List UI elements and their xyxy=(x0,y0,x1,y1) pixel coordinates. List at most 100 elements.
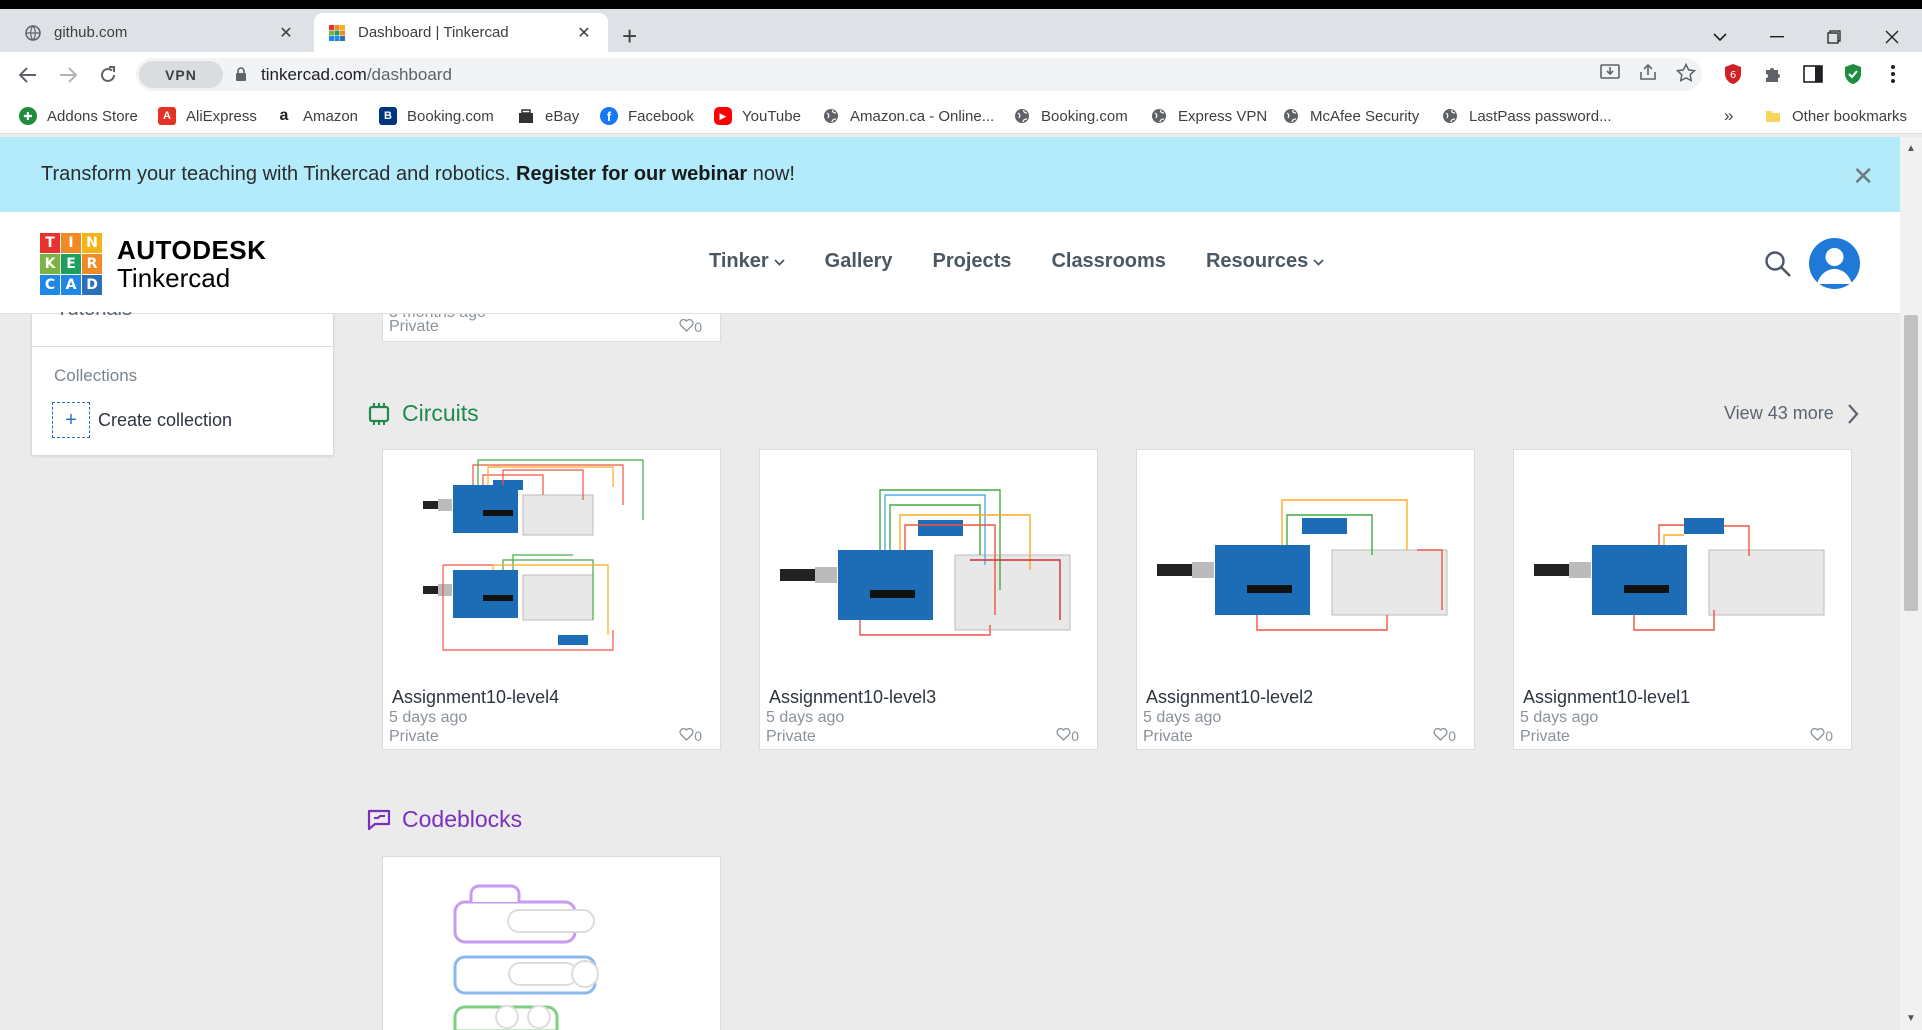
amazon-icon: a xyxy=(275,107,293,125)
section-label: Codeblocks xyxy=(402,806,523,832)
bookmark-booking-2[interactable]: Booking.com xyxy=(1013,105,1128,127)
heart-icon xyxy=(1056,727,1071,744)
project-card[interactable]: Assignment10-level2 5 days ago Private 0 xyxy=(1136,449,1475,750)
circuit-thumbnail[interactable] xyxy=(760,450,1097,670)
browser-menu-icon[interactable] xyxy=(1880,62,1906,86)
circuits-section-title[interactable]: Circuits xyxy=(366,400,479,427)
globe-icon xyxy=(822,107,840,125)
card-date: 5 days ago xyxy=(389,709,468,726)
extensions-puzzle-icon[interactable] xyxy=(1760,62,1786,86)
brand-wordmark[interactable]: AUTODESK Tinkercad xyxy=(117,236,266,292)
project-card[interactable]: Assignment10-level1 5 days ago Private 0 xyxy=(1513,449,1852,750)
bookmark-lastpass[interactable]: LastPass password... xyxy=(1441,105,1612,127)
card-privacy: Private xyxy=(1520,728,1570,745)
project-card-partial[interactable]: 3 months ago Private 0 xyxy=(382,314,721,342)
avatar[interactable] xyxy=(1809,238,1860,289)
create-collection-button[interactable]: + Create collection xyxy=(52,402,232,438)
card-title[interactable]: Assignment10-level1 xyxy=(1523,687,1690,708)
tab-tinkercad[interactable]: Dashboard | Tinkercad ✕ xyxy=(314,13,608,52)
scrollbar-thumb[interactable] xyxy=(1904,315,1918,611)
close-tab-icon[interactable]: ✕ xyxy=(276,23,296,43)
back-arrow-icon[interactable] xyxy=(15,62,41,88)
logo-letter: C xyxy=(40,275,60,295)
likes-count: 0 xyxy=(1071,728,1079,744)
card-title[interactable]: Assignment10-level4 xyxy=(392,687,559,708)
codeblocks-section-title[interactable]: Codeblocks xyxy=(366,806,522,833)
side-panel-icon[interactable] xyxy=(1800,62,1826,86)
lock-icon[interactable] xyxy=(235,67,249,83)
nav-classrooms[interactable]: Classrooms xyxy=(1051,250,1166,273)
nav-gallery[interactable]: Gallery xyxy=(825,250,893,273)
bookmark-aliexpress[interactable]: A AliExpress xyxy=(158,105,257,127)
bookmark-express-vpn[interactable]: Express VPN xyxy=(1150,105,1267,127)
vpn-badge[interactable]: VPN xyxy=(139,61,223,88)
tab-search-chevron-icon[interactable] xyxy=(1692,18,1748,56)
codeblocks-thumbnail[interactable] xyxy=(383,857,720,1030)
nav-label: Tinker xyxy=(709,250,769,272)
logo-letter: E xyxy=(61,254,81,274)
security-check-icon[interactable] xyxy=(1840,62,1866,86)
brand-tinkercad: Tinkercad xyxy=(117,263,231,293)
banner-webinar-link[interactable]: Register for our webinar xyxy=(516,163,747,185)
circuit-thumbnail[interactable] xyxy=(383,450,720,670)
nav-tinker[interactable]: Tinker xyxy=(709,250,785,273)
bookmark-ebay[interactable]: eBay xyxy=(517,105,579,127)
view-more-circuits-link[interactable]: View 43 more xyxy=(1724,403,1859,424)
close-tab-icon[interactable]: ✕ xyxy=(574,23,594,43)
url-text[interactable]: tinkercad.com/dashboard xyxy=(261,65,452,85)
card-likes[interactable]: 0 xyxy=(679,318,702,335)
banner-text-before: Transform your teaching with Tinkercad a… xyxy=(41,163,517,185)
bookmark-label: McAfee Security xyxy=(1310,107,1420,125)
banner-text-after: now! xyxy=(747,163,795,185)
url-host: tinkercad.com xyxy=(261,64,367,84)
project-card[interactable]: Assignment10-level4 5 days ago Private 0 xyxy=(382,449,721,750)
new-tab-plus-icon[interactable]: + xyxy=(622,23,637,49)
circuit-thumbnail[interactable] xyxy=(1137,450,1474,670)
bookmark-star-icon[interactable] xyxy=(1675,62,1697,87)
search-icon[interactable] xyxy=(1764,250,1792,278)
bookmark-amazon-ca[interactable]: Amazon.ca - Online... xyxy=(822,105,994,127)
share-icon[interactable] xyxy=(1638,63,1658,86)
card-likes[interactable]: 0 xyxy=(1433,727,1456,744)
bookmark-addons-store[interactable]: ✚ Addons Store xyxy=(19,105,138,127)
tinkercad-logo[interactable]: TIN KER CAD xyxy=(40,233,102,295)
bookmark-amazon[interactable]: a Amazon xyxy=(275,105,358,127)
chevron-down-icon xyxy=(774,255,785,269)
bookmarks-overflow-button[interactable]: » xyxy=(1724,105,1733,127)
card-title[interactable]: Assignment10-level2 xyxy=(1146,687,1313,708)
restore-icon[interactable] xyxy=(1806,18,1862,56)
bookmark-mcafee[interactable]: McAfee Security xyxy=(1282,105,1419,127)
card-likes[interactable]: 0 xyxy=(1056,727,1079,744)
bookmark-label: YouTube xyxy=(742,107,801,125)
tab-github[interactable]: github.com ✕ xyxy=(10,13,310,52)
close-window-icon[interactable] xyxy=(1864,18,1920,56)
reload-icon[interactable] xyxy=(95,62,121,88)
nav-resources[interactable]: Resources xyxy=(1206,250,1324,273)
nav-label: Resources xyxy=(1205,250,1309,272)
bookmark-youtube[interactable]: ▶ YouTube xyxy=(714,105,801,127)
project-card[interactable]: Assignment10-level3 5 days ago Private 0 xyxy=(759,449,1098,750)
address-bar[interactable]: VPN tinkercad.com/dashboard xyxy=(136,58,1702,91)
url-path: /dashboard xyxy=(366,64,452,84)
install-app-icon[interactable] xyxy=(1600,63,1620,86)
tab-bar: github.com ✕ Dashboard | Tinkercad ✕ + xyxy=(0,9,1922,52)
nav-projects[interactable]: Projects xyxy=(933,250,1012,273)
circuit-thumbnail[interactable] xyxy=(1514,450,1851,670)
forward-arrow-icon[interactable] xyxy=(55,62,81,88)
other-bookmarks[interactable]: Other bookmarks xyxy=(1764,105,1907,127)
card-likes[interactable]: 0 xyxy=(679,727,702,744)
aliexpress-icon: A xyxy=(158,107,176,125)
close-icon[interactable]: ✕ xyxy=(1852,161,1874,192)
site-header: TIN KER CAD AUTODESK Tinkercad Tinker Gall… xyxy=(0,212,1900,314)
project-card[interactable] xyxy=(382,856,721,1030)
page-scrollbar[interactable]: ▲ ▼ xyxy=(1900,137,1922,1030)
card-title[interactable]: Assignment10-level3 xyxy=(769,687,936,708)
minimize-icon[interactable] xyxy=(1749,18,1805,56)
card-privacy: Private xyxy=(1143,728,1193,745)
scroll-down-arrow-icon[interactable]: ▼ xyxy=(1906,1013,1916,1024)
mcafee-shield-icon[interactable]: 6 xyxy=(1720,62,1746,86)
scroll-up-arrow-icon[interactable]: ▲ xyxy=(1906,143,1916,154)
bookmark-booking[interactable]: B Booking.com xyxy=(379,105,494,127)
card-likes[interactable]: 0 xyxy=(1810,727,1833,744)
bookmark-facebook[interactable]: f Facebook xyxy=(600,105,694,127)
